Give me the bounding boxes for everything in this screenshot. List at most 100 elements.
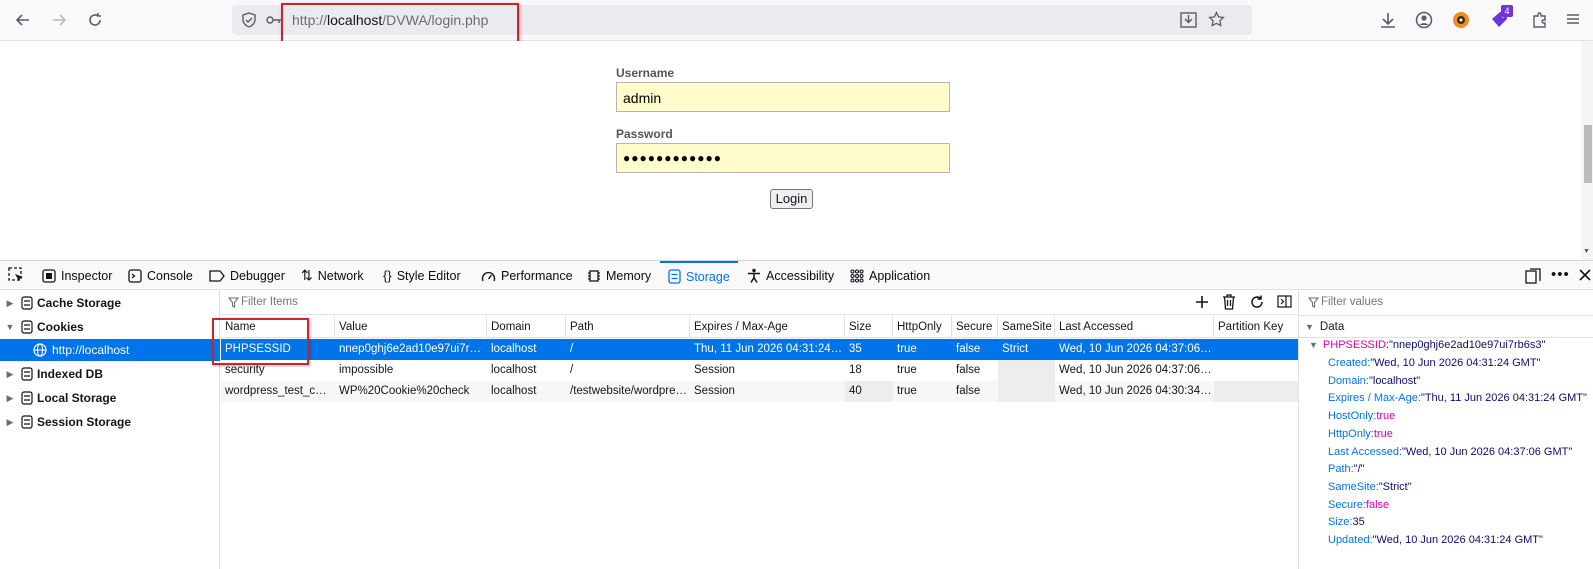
data-section-label: Data bbox=[1319, 321, 1345, 333]
scrollbar-thumb[interactable] bbox=[1584, 125, 1592, 183]
page-scrollbar[interactable]: ▼ bbox=[1581, 41, 1593, 260]
cell-httponly: true bbox=[897, 364, 917, 376]
cell-samesite bbox=[998, 360, 1055, 381]
scroll-down-icon[interactable]: ▼ bbox=[1583, 248, 1590, 255]
sidebar-root-entry[interactable]: ▼ PHPSESSID:"nnep0ghj6e2ad10e97ui7rb6s3" bbox=[1309, 339, 1545, 351]
tab-debugger[interactable]: Debugger bbox=[209, 261, 285, 290]
col-samesite[interactable]: SameSite bbox=[998, 316, 1055, 338]
tab-inspector[interactable]: Inspector bbox=[42, 261, 112, 290]
login-button[interactable]: Login bbox=[770, 189, 813, 209]
prop-value: "Wed, 10 Jun 2026 04:31:24 GMT" bbox=[1370, 357, 1541, 369]
expand-arrow-icon[interactable]: ▶ bbox=[3, 369, 17, 380]
tab-application[interactable]: Application bbox=[850, 261, 930, 290]
table-row[interactable]: wordpress_test_cookie WP%20Cookie%20chec… bbox=[221, 381, 1298, 402]
tree-indexed-db[interactable]: ▶ Indexed DB bbox=[0, 363, 220, 385]
prop-value: "Wed, 10 Jun 2026 04:37:06 GMT" bbox=[1402, 445, 1573, 458]
col-httponly[interactable]: HttpOnly bbox=[893, 316, 952, 338]
col-path[interactable]: Path bbox=[566, 316, 690, 338]
app-menu-icon[interactable] bbox=[1565, 11, 1581, 27]
sidebar-prop-row[interactable]: Expires / Max-Age:"Thu, 11 Jun 2026 04:3… bbox=[1328, 392, 1587, 404]
sidebar-prop-row[interactable]: Secure:false bbox=[1328, 499, 1389, 511]
sidebar-prop-row[interactable]: Domain:"localhost" bbox=[1328, 375, 1420, 387]
filter-items-input[interactable] bbox=[241, 293, 541, 311]
close-devtools-icon[interactable] bbox=[1578, 268, 1592, 282]
page-content: Username admin Password ●●●●●●●●●●●● bbox=[0, 41, 1593, 260]
tab-accessibility-label: Accessibility bbox=[766, 268, 835, 283]
col-expires[interactable]: Expires / Max-Age bbox=[690, 316, 845, 338]
application-grid-icon bbox=[850, 268, 864, 283]
col-secure[interactable]: Secure bbox=[952, 316, 998, 338]
tree-session-storage[interactable]: ▶ Session Storage bbox=[0, 411, 220, 433]
cell-secure: false bbox=[956, 343, 981, 355]
table-row[interactable]: PHPSESSID nnep0ghj6e2ad10e97ui7rb6s3 loc… bbox=[221, 339, 1298, 360]
sidebar-prop-row[interactable]: Last Accessed:"Wed, 10 Jun 2026 04:37:06… bbox=[1328, 446, 1572, 458]
prop-value: "/" bbox=[1353, 463, 1365, 476]
expand-arrow-icon[interactable]: ▶ bbox=[3, 393, 17, 404]
username-input[interactable]: admin bbox=[616, 82, 950, 112]
table-row[interactable]: security impossible localhost / Session … bbox=[221, 360, 1298, 381]
cookie-table-header: Name Value Domain Path Expires / Max-Age… bbox=[221, 316, 1298, 338]
collapse-arrow-icon[interactable]: ▼ bbox=[3, 322, 17, 332]
tree-local-storage[interactable]: ▶ Local Storage bbox=[0, 387, 220, 409]
bookmark-star-icon[interactable] bbox=[1208, 11, 1225, 28]
tree-cookies-localhost[interactable]: http://localhost bbox=[0, 339, 220, 361]
tab-style-editor[interactable]: {} Style Editor bbox=[383, 261, 461, 290]
sidebar-prop-row[interactable]: SameSite:"Strict" bbox=[1328, 481, 1412, 493]
console-icon bbox=[128, 268, 142, 283]
tab-performance[interactable]: Performance bbox=[481, 261, 573, 290]
sidebar-prop-row[interactable]: Size:35 bbox=[1328, 516, 1365, 528]
password-input[interactable]: ●●●●●●●●●●●● bbox=[616, 143, 950, 173]
tree-cookies[interactable]: ▼ Cookies bbox=[0, 316, 220, 338]
tab-network[interactable]: ⇅ Network bbox=[301, 261, 364, 290]
tab-memory[interactable]: Memory bbox=[587, 261, 651, 290]
prop-value: true bbox=[1373, 427, 1393, 440]
cell-path: /testwebsite/wordpress/ bbox=[570, 385, 688, 397]
prop-value: "Strict" bbox=[1378, 480, 1412, 493]
data-section-header[interactable]: ▼ Data bbox=[1305, 317, 1344, 337]
extension-foxyproxy-icon[interactable] bbox=[1451, 10, 1471, 30]
prop-key: Path bbox=[1328, 463, 1351, 476]
back-icon[interactable] bbox=[14, 11, 32, 29]
tab-console[interactable]: Console bbox=[128, 261, 193, 290]
forward-icon[interactable] bbox=[50, 11, 68, 29]
add-item-icon[interactable] bbox=[1194, 294, 1210, 310]
tree-local-storage-label: Local Storage bbox=[37, 391, 117, 405]
account-icon[interactable] bbox=[1415, 11, 1433, 29]
sidebar-prop-row[interactable]: HttpOnly:true bbox=[1328, 428, 1393, 440]
reload-icon[interactable] bbox=[86, 11, 104, 29]
storage-icon bbox=[668, 269, 681, 284]
divider bbox=[1299, 337, 1593, 338]
expand-arrow-icon[interactable]: ▶ bbox=[3, 298, 17, 309]
sidebar-prop-row[interactable]: HostOnly:true bbox=[1328, 410, 1395, 422]
sidebar-prop-row[interactable]: Path:"/" bbox=[1328, 463, 1365, 475]
extensions-puzzle-icon[interactable] bbox=[1531, 11, 1549, 29]
delete-all-icon[interactable] bbox=[1222, 294, 1236, 310]
toggle-sidebar-icon[interactable] bbox=[1277, 295, 1292, 308]
cell-size: 18 bbox=[849, 364, 862, 376]
col-size[interactable]: Size bbox=[845, 316, 893, 338]
cell-partition-key bbox=[1214, 339, 1298, 360]
memory-chip-icon bbox=[587, 269, 601, 283]
element-picker-icon[interactable] bbox=[8, 267, 25, 284]
col-domain[interactable]: Domain bbox=[487, 316, 566, 338]
tab-storage[interactable]: Storage bbox=[660, 261, 738, 290]
prop-key: Last Accessed bbox=[1328, 445, 1399, 458]
sidebar-prop-row[interactable]: Updated:"Wed, 10 Jun 2026 04:31:24 GMT" bbox=[1328, 534, 1543, 546]
tab-accessibility[interactable]: Accessibility bbox=[747, 261, 834, 290]
col-value[interactable]: Value bbox=[335, 316, 487, 338]
tracking-shield-icon[interactable] bbox=[241, 12, 257, 28]
cell-expires: Session bbox=[694, 364, 735, 376]
refresh-items-icon[interactable] bbox=[1249, 294, 1265, 310]
downloads-icon[interactable] bbox=[1379, 11, 1397, 29]
network-icon: ⇅ bbox=[301, 267, 313, 283]
filter-values-input[interactable] bbox=[1321, 293, 1581, 311]
expand-arrow-icon[interactable]: ▶ bbox=[3, 417, 17, 428]
save-page-icon[interactable] bbox=[1180, 12, 1197, 28]
more-options-icon[interactable]: ••• bbox=[1551, 266, 1570, 283]
col-last-accessed[interactable]: Last Accessed bbox=[1055, 316, 1214, 338]
sidebar-prop-row[interactable]: Created:"Wed, 10 Jun 2026 04:31:24 GMT" bbox=[1328, 357, 1540, 369]
cell-domain: localhost bbox=[491, 343, 537, 355]
col-partition-key[interactable]: Partition Key bbox=[1214, 316, 1298, 338]
dock-toggle-icon[interactable] bbox=[1525, 268, 1541, 284]
tree-cache-storage[interactable]: ▶ Cache Storage bbox=[0, 292, 220, 314]
